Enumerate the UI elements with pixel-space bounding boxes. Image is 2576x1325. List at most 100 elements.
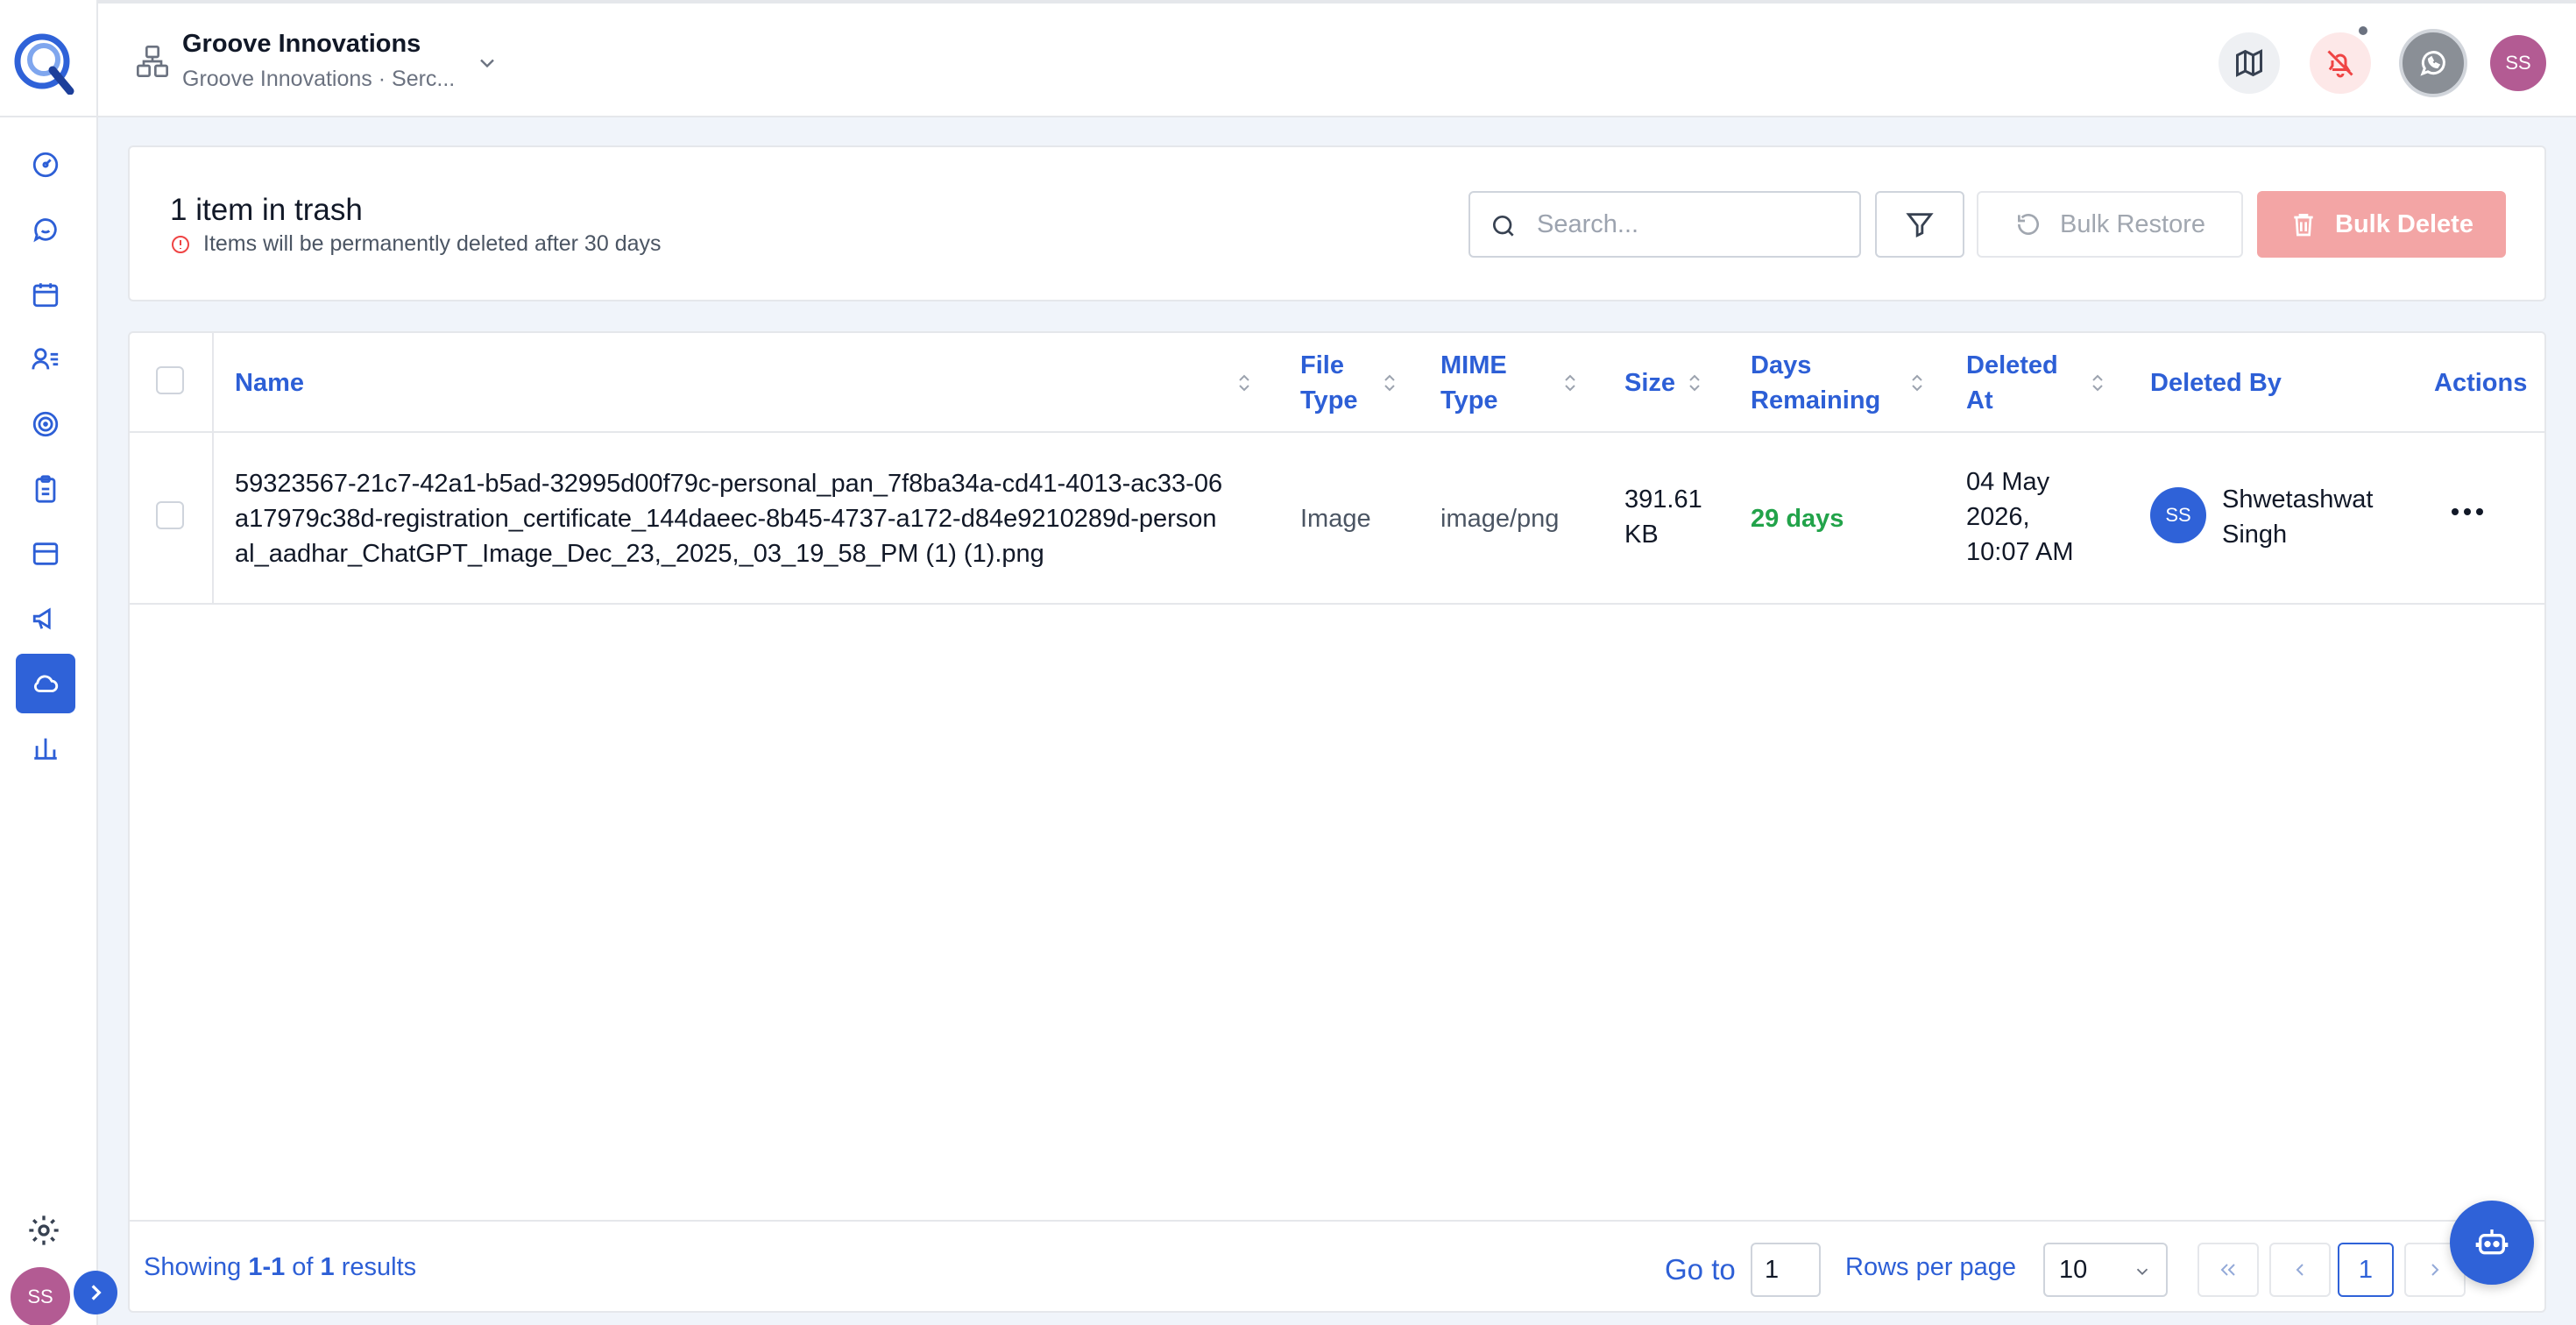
whatsapp-icon [2420, 51, 2445, 76]
sidebar-item-contacts[interactable] [16, 329, 75, 389]
expand-sidebar-button[interactable] [74, 1271, 117, 1314]
rows-per-page-value: 10 [2059, 1255, 2088, 1284]
deleted-by-name: Shwetashwat Singh [2222, 485, 2374, 549]
bulk-restore-button[interactable]: Bulk Restore [1977, 191, 2243, 258]
search-box[interactable] [1468, 191, 1861, 258]
previous-page-button[interactable] [2269, 1243, 2331, 1297]
cloud-icon [33, 675, 59, 692]
chevron-right-icon [91, 1285, 102, 1300]
first-page-button[interactable] [2197, 1243, 2259, 1297]
trash-warning-note: Items will be permanently deleted after … [170, 231, 662, 257]
column-header-name[interactable]: Name [235, 333, 725, 433]
rows-per-page-select[interactable]: 10 [2043, 1243, 2168, 1297]
sidebar-item-inbox[interactable] [16, 524, 75, 584]
map-icon [2236, 49, 2262, 77]
table-footer: Showing 1-1 of 1 results Go to 1 Rows pe… [130, 1220, 2544, 1311]
sidebar-item-reports[interactable] [16, 719, 75, 778]
megaphone-icon [32, 607, 51, 630]
organization-icon [135, 44, 170, 79]
trash-icon [2294, 214, 2313, 237]
gear-icon [29, 1215, 59, 1245]
sidebar: SS [0, 0, 98, 1325]
notifications-off-button[interactable] [2310, 32, 2371, 94]
user-avatar[interactable]: SS [2490, 35, 2546, 91]
info-alert-icon [172, 235, 189, 253]
chat-bubble-icon [33, 218, 57, 243]
table-row[interactable]: 59323567-21c7-42a1-b5ad-32995d00f79c-per… [130, 433, 2544, 605]
whatsapp-status-dot [2357, 25, 2369, 37]
search-icon [1493, 216, 1514, 237]
chevron-down-icon [480, 59, 494, 68]
sidebar-user-avatar[interactable]: SS [11, 1267, 70, 1325]
chevrons-left-icon [2220, 1264, 2235, 1276]
chevron-left-icon [2296, 1264, 2304, 1276]
goto-label: Go to [1665, 1253, 1736, 1286]
column-header-file-type[interactable]: File Type [1300, 333, 1379, 433]
sidebar-item-calendar[interactable] [16, 265, 75, 324]
map-button[interactable] [2219, 32, 2280, 94]
robot-icon [2475, 1229, 2509, 1255]
chatbot-button[interactable] [2450, 1201, 2534, 1285]
sidebar-item-campaigns[interactable] [16, 589, 75, 648]
table-header: Name File Type MIME Type Size Days Remai… [130, 333, 2544, 433]
target-icon [32, 411, 59, 437]
deleted-at-cell: 04 May 2026, 10:07 AM [1966, 468, 2074, 566]
clipboard-icon [35, 475, 56, 503]
sidebar-divider [0, 116, 98, 117]
whatsapp-button[interactable] [2399, 29, 2467, 97]
more-horizontal-icon [2452, 508, 2483, 515]
goto-page-input[interactable]: 1 [1751, 1243, 1821, 1297]
column-header-actions: Actions [2434, 369, 2528, 397]
bell-off-icon [2327, 50, 2353, 78]
column-header-mime-type[interactable]: MIME Type [1440, 333, 1519, 433]
app-logo[interactable] [12, 30, 77, 95]
sort-icon[interactable] [1383, 373, 1397, 393]
mime-type-cell: image/png [1440, 505, 1560, 533]
column-header-size[interactable]: Size [1624, 333, 1686, 433]
filter-button[interactable] [1875, 191, 1964, 258]
bulk-delete-button[interactable]: Bulk Delete [2257, 191, 2506, 258]
trash-count-title: 1 item in trash [170, 193, 363, 227]
sort-icon[interactable] [2091, 373, 2105, 393]
sort-icon[interactable] [1237, 373, 1251, 393]
days-remaining-cell: 29 days [1751, 505, 1844, 533]
chevron-down-icon [2136, 1268, 2148, 1276]
trash-summary-card: 1 item in trash Items will be permanentl… [128, 145, 2546, 301]
top-header: Groove Innovations Groove Innovations · … [98, 0, 2576, 117]
file-name-cell: 59323567-21c7-42a1-b5ad-32995d00f79c-per… [235, 470, 1223, 568]
inbox-box-icon [32, 542, 59, 565]
sidebar-item-targets[interactable] [16, 394, 75, 454]
row-actions-button[interactable] [2450, 503, 2485, 521]
filter-icon [1906, 213, 1934, 238]
results-summary: Showing 1-1 of 1 results [144, 1253, 417, 1281]
trash-warning-text: Items will be permanently deleted after … [203, 231, 662, 256]
sidebar-item-chat[interactable] [16, 200, 75, 259]
size-cell: 391.61 KB [1624, 485, 1702, 549]
restore-icon [2017, 214, 2039, 235]
sidebar-item-clipboard[interactable] [16, 459, 75, 519]
chevron-right-icon [2431, 1264, 2439, 1276]
org-switcher-chevron[interactable] [475, 51, 499, 75]
sort-icon[interactable] [1563, 373, 1577, 393]
sort-icon[interactable] [1688, 373, 1702, 393]
sidebar-item-cloud-storage[interactable] [16, 654, 75, 713]
settings-button[interactable] [26, 1213, 61, 1248]
bulk-restore-label: Bulk Restore [2059, 209, 2205, 238]
sort-icon[interactable] [1910, 373, 1924, 393]
column-header-deleted-by: Deleted By [2150, 369, 2282, 397]
column-header-deleted-at[interactable]: Deleted At [1966, 333, 2071, 433]
column-header-days-remaining[interactable]: Days Remaining [1751, 333, 1900, 433]
deleted-by-avatar: SS [2150, 487, 2206, 543]
page-number-button[interactable]: 1 [2338, 1243, 2394, 1297]
rows-per-page-label: Rows per page [1845, 1253, 2017, 1281]
calendar-icon [32, 283, 59, 308]
organization-name[interactable]: Groove Innovations [182, 30, 421, 59]
contacts-list-icon [32, 348, 59, 370]
dashboard-gauge-icon [32, 152, 59, 178]
file-type-cell: Image [1300, 505, 1371, 533]
search-input[interactable] [1537, 203, 1844, 245]
bar-chart-icon [34, 738, 57, 760]
sidebar-item-dashboard[interactable] [16, 135, 75, 195]
organization-subtitle: Groove Innovations · Serc... [182, 67, 456, 91]
trash-table: Name File Type MIME Type Size Days Remai… [128, 331, 2546, 1313]
